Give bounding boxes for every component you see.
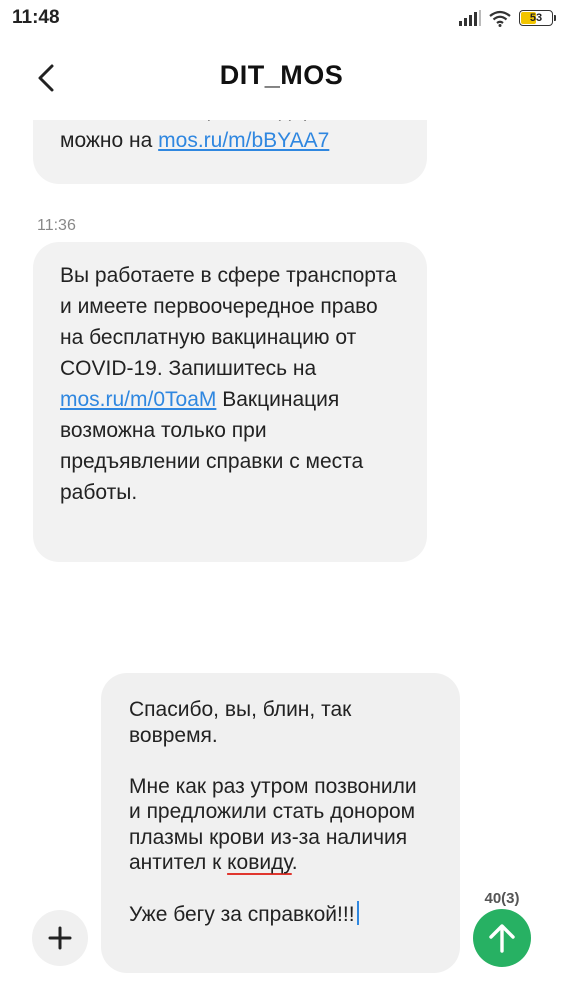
- arrow-up-icon: [489, 924, 515, 953]
- wifi-icon: [489, 10, 511, 27]
- signal-icon: [459, 10, 481, 26]
- message-text: Вы работаете в сфере транспорта и имеете…: [60, 264, 397, 380]
- message-timestamp: 11:36: [37, 217, 76, 234]
- status-time: 11:48: [12, 7, 60, 28]
- draft-paragraph: Мне как раз утром позвонили и предложили…: [129, 774, 432, 876]
- battery-icon: 53: [519, 10, 556, 26]
- message-link[interactable]: mos.ru/m/0ToaM: [60, 388, 216, 411]
- draft-text: .: [291, 851, 298, 874]
- message-input[interactable]: Спасибо, вы, блин, так вовремя. Мне как …: [101, 673, 460, 973]
- plus-icon: [48, 926, 72, 950]
- message-link[interactable]: mos.ru/m/bBYAA7: [158, 129, 329, 152]
- character-counter: 40(3): [484, 890, 520, 907]
- message-text: можно на: [60, 129, 159, 152]
- conversation-header: DIT_MOS: [0, 36, 563, 120]
- text-cursor: [356, 901, 359, 925]
- battery-level: 53: [529, 12, 543, 24]
- status-icons: 53: [459, 8, 556, 28]
- status-bar: 11:48 53: [0, 0, 563, 36]
- conversation-title: DIT_MOS: [219, 60, 344, 90]
- draft-paragraph: Уже бегу за справкой!!!: [129, 901, 432, 928]
- send-button[interactable]: [473, 909, 531, 967]
- draft-text: Уже бегу за справкой!!!: [129, 903, 355, 926]
- draft-paragraph: Спасибо, вы, блин, так вовремя.: [129, 698, 352, 747]
- message-bubble: Вы работаете в сфере транспорта и имеете…: [33, 242, 427, 562]
- add-attachment-button[interactable]: [32, 910, 88, 966]
- misspelled-word[interactable]: ковиду: [227, 851, 292, 874]
